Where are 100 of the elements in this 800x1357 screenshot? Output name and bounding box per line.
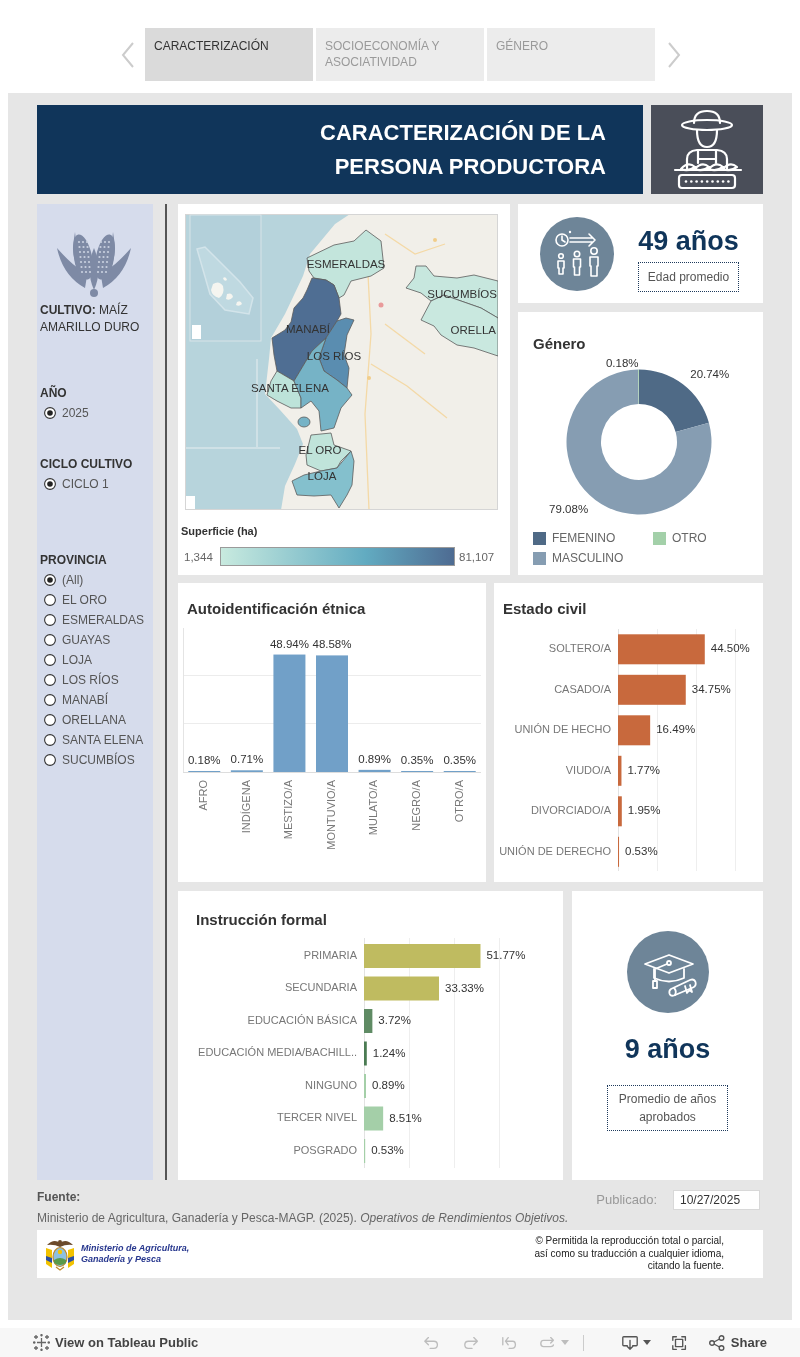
radio-option[interactable]: SUCUMBÍOS bbox=[40, 750, 153, 770]
axis-label: EDUCACIÓN MEDIA/BACHILL.. bbox=[198, 1046, 357, 1059]
radio-option[interactable]: EL ORO bbox=[40, 590, 153, 610]
filter-title: AÑO bbox=[40, 385, 68, 401]
tableau-public-link[interactable]: View on Tableau Public bbox=[33, 1332, 199, 1353]
caret-icon bbox=[560, 1340, 569, 1345]
radio-option[interactable]: 2025 bbox=[40, 403, 153, 423]
date-field[interactable]: 10/27/2025 bbox=[673, 1190, 760, 1210]
filter-title: CICLO CULTIVO bbox=[40, 456, 134, 472]
radio-option[interactable]: (All) bbox=[40, 570, 153, 590]
value-label: 3.72% bbox=[378, 1014, 411, 1027]
value-label: 33.33% bbox=[445, 981, 484, 994]
page-title: CARACTERIZACIÓN DE LA PERSONA PRODUCTORA bbox=[319, 118, 606, 181]
share-icon bbox=[708, 1334, 725, 1351]
tab[interactable]: CARACTERIZACIÓN bbox=[145, 28, 313, 81]
download-button[interactable] bbox=[620, 1333, 651, 1352]
axis-label: DIVORCIADO/A bbox=[530, 804, 611, 817]
radio-icon[interactable] bbox=[44, 694, 56, 706]
radio-option[interactable]: SANTA ELENA bbox=[40, 730, 153, 750]
ministry-name: Ministerio de Agricultura, Ganadería y Pesca bbox=[81, 1243, 190, 1265]
value-label: 1.24% bbox=[372, 1046, 406, 1059]
axis-label: NEGRO/A bbox=[410, 780, 423, 831]
value-label: 8.51% bbox=[389, 1111, 422, 1124]
axis-label: UNIÓN DE HECHO bbox=[514, 723, 611, 736]
radio-icon[interactable] bbox=[44, 754, 56, 766]
axis-label: EDUCACIÓN BÁSICA bbox=[247, 1013, 357, 1026]
fullscreen-icon[interactable] bbox=[670, 1333, 689, 1352]
legend-label: OTRO bbox=[672, 530, 707, 547]
bar bbox=[618, 715, 651, 746]
chart-title: Instrucción formal bbox=[196, 911, 328, 929]
legend-title: Superficie (ha) bbox=[181, 524, 259, 538]
average-age-value: 49 años bbox=[638, 225, 739, 257]
value-label: 1.77% bbox=[627, 763, 661, 776]
value-label: 0.18% bbox=[188, 754, 221, 766]
axis-label: SOLTERO/A bbox=[548, 642, 611, 655]
province-label: ORELLA bbox=[450, 324, 496, 337]
value-label: 34.75% bbox=[691, 682, 731, 695]
source-citation: Ministerio de Agricultura, Ganadería y Pesca-MAGP. (2025). Operativos de Rendimientos Objetivos. bbox=[37, 1210, 570, 1226]
radio-option[interactable]: ORELLANA bbox=[40, 710, 153, 730]
radio-icon[interactable] bbox=[44, 574, 56, 586]
axis-label: POSGRADO bbox=[293, 1143, 357, 1156]
value-label: 0.35% bbox=[443, 754, 476, 766]
share-button[interactable]: Share bbox=[708, 1332, 767, 1353]
axis-label: PRIMARIA bbox=[303, 948, 357, 961]
province-label: MANABÍ bbox=[285, 323, 331, 336]
average-age-label: Edad promedio bbox=[637, 262, 740, 292]
value-label: 0.71% bbox=[230, 753, 264, 766]
radio-icon[interactable] bbox=[44, 714, 56, 726]
radio-icon[interactable] bbox=[44, 674, 56, 686]
value-label: 44.50% bbox=[710, 642, 750, 655]
radio-option[interactable]: CICLO 1 bbox=[40, 474, 153, 494]
graduation-cap-icon bbox=[626, 931, 709, 1013]
value-label: 0.53% bbox=[371, 1144, 404, 1157]
axis-label: MESTIZO/A bbox=[282, 780, 295, 840]
scale-max-label: 81,107 bbox=[459, 549, 495, 564]
download-icon bbox=[620, 1333, 639, 1352]
radio-icon[interactable] bbox=[44, 634, 56, 646]
published-label: Publicado: bbox=[596, 1191, 657, 1210]
crop-label: CULTIVO: MAÍZ AMARILLO DURO bbox=[40, 302, 141, 336]
axis-label: CASADO/A bbox=[554, 682, 611, 695]
bar bbox=[358, 769, 391, 772]
radio-icon[interactable] bbox=[44, 734, 56, 746]
axis-label: VIUDO/A bbox=[565, 763, 611, 776]
chart-title: Estado civil bbox=[503, 600, 588, 618]
axis-label: SECUNDARIA bbox=[284, 981, 357, 994]
legend-label: FEMENINO bbox=[552, 530, 616, 547]
radio-icon[interactable] bbox=[44, 594, 56, 606]
radio-option[interactable]: LOJA bbox=[40, 650, 153, 670]
coat-of-arms-icon bbox=[44, 1237, 76, 1271]
axis-label: OTRO/A bbox=[452, 780, 465, 823]
farmer-icon bbox=[651, 105, 763, 194]
province-label: EL ORO bbox=[298, 444, 342, 457]
radio-option[interactable]: ESMERALDAS bbox=[40, 610, 153, 630]
bar bbox=[618, 674, 686, 705]
radio-icon[interactable] bbox=[44, 407, 56, 419]
radio-option[interactable]: MANABÍ bbox=[40, 690, 153, 710]
radio-icon[interactable] bbox=[44, 478, 56, 490]
province-label: LOJA bbox=[307, 470, 337, 483]
clock-people-icon bbox=[540, 217, 614, 291]
axis-label: TERCER NIVEL bbox=[276, 1111, 357, 1124]
value-label: 16.49% bbox=[656, 723, 696, 736]
value-label: 48.58% bbox=[312, 638, 352, 651]
radio-option[interactable]: LOS RÍOS bbox=[40, 670, 153, 690]
scale-min-label: 1,344 bbox=[184, 549, 214, 564]
axis-label: INDÍGENA bbox=[239, 780, 252, 834]
value-label: 0.35% bbox=[400, 754, 434, 766]
caret-icon bbox=[642, 1340, 651, 1345]
axis-label: MULATO/A bbox=[367, 780, 380, 836]
axis-label: NINGUNO bbox=[305, 1078, 357, 1091]
value-label: 0.89% bbox=[358, 752, 391, 765]
value-label: 0.18% bbox=[605, 356, 639, 369]
province-label: SANTA ELENA bbox=[251, 382, 329, 395]
legend-label: MASCULINO bbox=[552, 550, 624, 567]
radio-icon[interactable] bbox=[44, 614, 56, 626]
plus-cluster-icon bbox=[33, 1334, 50, 1351]
province-label: ESMERALDAS bbox=[306, 258, 386, 271]
value-label: 79.08% bbox=[549, 502, 589, 515]
radio-icon[interactable] bbox=[44, 654, 56, 666]
radio-option[interactable]: GUAYAS bbox=[40, 630, 153, 650]
axis-label: AFRO bbox=[197, 780, 210, 811]
